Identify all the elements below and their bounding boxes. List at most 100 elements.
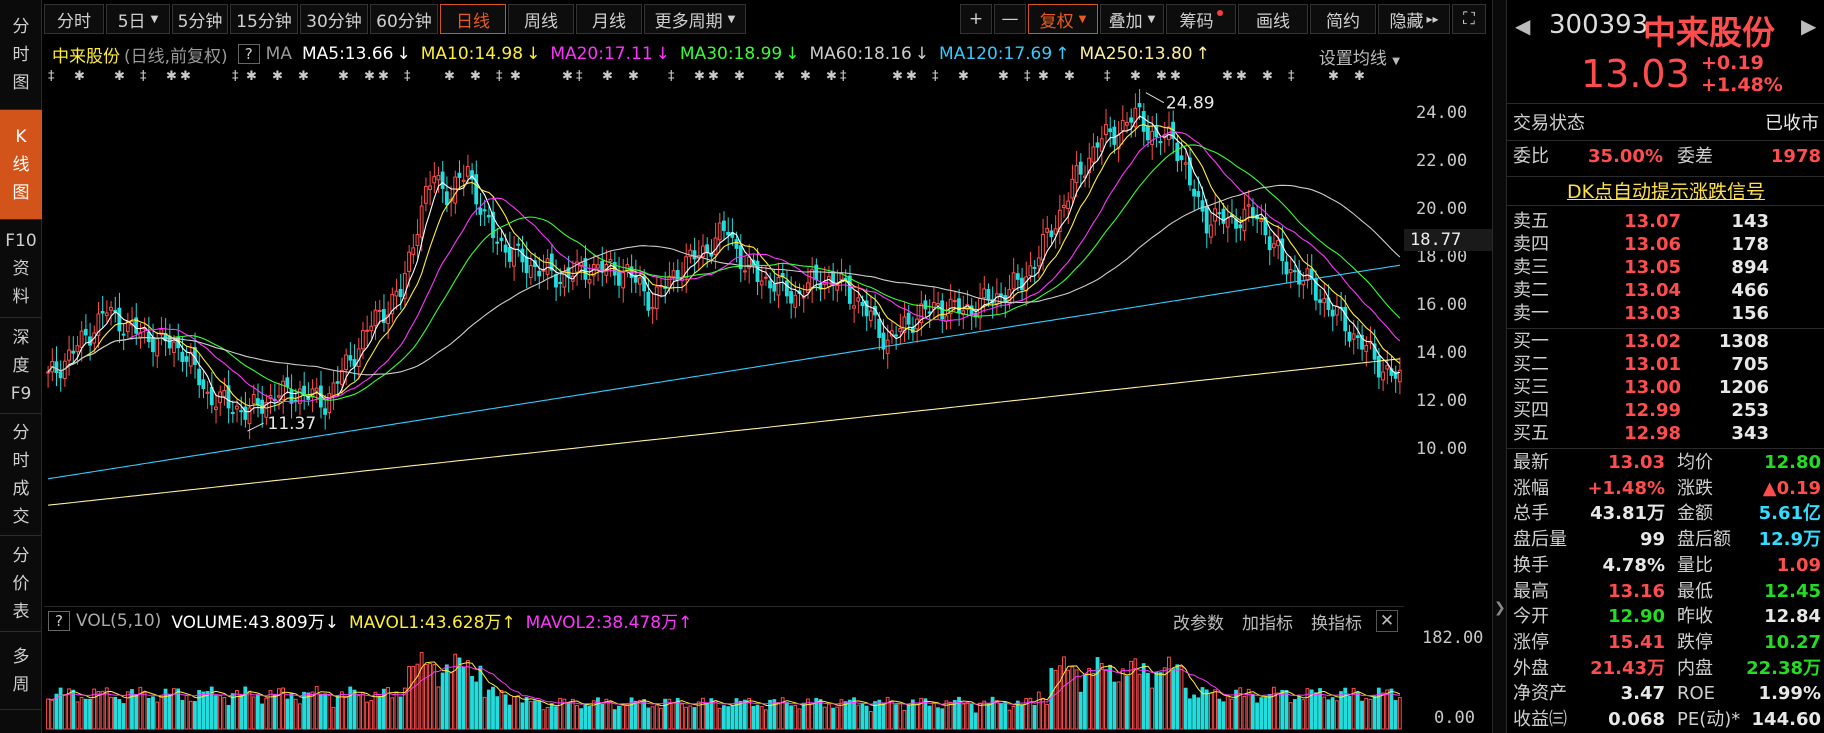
nav-price-table[interactable]: 分价表 bbox=[0, 536, 42, 632]
candle-body bbox=[360, 330, 365, 350]
candle-body bbox=[1284, 261, 1289, 275]
volume-bar bbox=[1108, 664, 1113, 730]
bid-level-row[interactable]: 买二 13.01 705 bbox=[1507, 353, 1824, 376]
add-indicator-button[interactable]: 加指标 bbox=[1242, 609, 1293, 634]
volume-bar bbox=[600, 703, 605, 730]
next-stock-icon[interactable]: ▶ bbox=[1801, 14, 1816, 38]
volume-bar bbox=[398, 696, 403, 730]
signal-marker: ✱ bbox=[998, 69, 1009, 84]
volume-bar bbox=[1095, 657, 1100, 730]
volume-bar bbox=[1129, 660, 1134, 730]
ask-level-row[interactable]: 卖一 13.03 156 bbox=[1507, 302, 1824, 325]
volume-bar bbox=[197, 690, 202, 730]
volume-bar bbox=[868, 711, 873, 730]
nav-kline[interactable]: K线图 bbox=[0, 110, 42, 220]
signal-marker: ‡ bbox=[232, 69, 239, 84]
signal-marker: ‡ bbox=[840, 69, 847, 84]
dk-signal-banner[interactable]: DK点自动提示涨跌信号 bbox=[1507, 176, 1824, 206]
nav-tick-trades[interactable]: 分时成交 bbox=[0, 414, 42, 536]
volume-chart[interactable] bbox=[44, 635, 1404, 731]
volume-bar bbox=[260, 703, 265, 730]
candle-body bbox=[222, 389, 227, 398]
draw-line-button[interactable]: 画线 bbox=[1238, 4, 1308, 34]
candle-body bbox=[1276, 240, 1280, 247]
period-5day[interactable]: 5日 ▼ bbox=[106, 4, 170, 34]
candle-body bbox=[516, 243, 521, 246]
ask-level-row[interactable]: 卖四 13.06 178 bbox=[1507, 233, 1824, 256]
price-cursor-label: 18.77 bbox=[1404, 228, 1492, 251]
volume-help-button[interactable]: ? bbox=[48, 610, 70, 631]
period-60min[interactable]: 60分钟 bbox=[370, 4, 438, 34]
period-fenshi[interactable]: 分时 bbox=[44, 4, 104, 34]
ask-level-row[interactable]: 卖三 13.05 894 bbox=[1507, 256, 1824, 279]
nav-depth-f9[interactable]: 深度 F9 bbox=[0, 318, 42, 414]
volume-bar bbox=[54, 693, 59, 730]
period-15min[interactable]: 15分钟 bbox=[230, 4, 298, 34]
candle-body bbox=[1217, 212, 1222, 215]
close-icon[interactable]: ✕ bbox=[1376, 610, 1398, 632]
period-daily[interactable]: 日线 bbox=[440, 4, 506, 34]
candle-body bbox=[1041, 233, 1045, 261]
bid-level-row[interactable]: 买一 13.02 1308 bbox=[1507, 330, 1824, 353]
hide-button[interactable]: 隐藏 ▸▸ bbox=[1378, 4, 1450, 34]
period-monthly[interactable]: 月线 bbox=[576, 4, 642, 34]
chips-button[interactable]: 筹码 bbox=[1166, 4, 1236, 34]
fuquan-dropdown[interactable]: 复权 ▼ bbox=[1028, 4, 1098, 34]
volume-bar bbox=[184, 694, 189, 730]
volume-bar bbox=[810, 703, 814, 730]
candle-body bbox=[146, 331, 151, 343]
volume-bar bbox=[730, 705, 735, 730]
volume-bar bbox=[226, 704, 231, 730]
bid-level-row[interactable]: 买四 12.99 253 bbox=[1507, 399, 1824, 422]
nav-fenshi[interactable]: 分时图 bbox=[0, 0, 42, 110]
kline-chart-area[interactable]: 中来股份 (日线,前复权)? MA MA5:13.66 ↓ MA10:14.98 ↓ MA20… bbox=[44, 38, 1492, 733]
volume-bar bbox=[327, 694, 332, 730]
volume-bar bbox=[1041, 697, 1045, 730]
candle-body bbox=[650, 306, 655, 310]
ask-level-row[interactable]: 卖二 13.04 466 bbox=[1507, 279, 1824, 302]
ask-level-row[interactable]: 卖五 13.07 143 bbox=[1507, 210, 1824, 233]
volume-bar bbox=[680, 703, 684, 730]
edit-params-button[interactable]: 改参数 bbox=[1173, 609, 1224, 634]
panel-collapse-tab[interactable]: ❯ bbox=[1492, 0, 1506, 733]
volume-bar bbox=[1116, 681, 1121, 730]
stat-row: 最高 13.16 最低 12.45 bbox=[1513, 580, 1821, 602]
switch-indicator-button[interactable]: 换指标 bbox=[1311, 609, 1362, 634]
volume-bar bbox=[1192, 694, 1196, 730]
period-5min[interactable]: 5分钟 bbox=[172, 4, 228, 34]
period-30min[interactable]: 30分钟 bbox=[300, 4, 368, 34]
kline-chart[interactable]: ‡ ✱ ✱ ‡ ✱ ✱ ‡ ✱ ✱ ✱ ✱ ✱ ✱ ‡ ✱ ✱ ‡ ✱ ✱ ‡ ✱ ✱ ‡ ✱ ✱ ✱ ✱ ✱ ✱ ‡ ✱ ✱ ‡ ✱ ✱ ‡ ✱ ✱ ‡ ✱… bbox=[44, 38, 1404, 606]
volume-bar bbox=[121, 703, 126, 730]
zoom-out-button[interactable]: — bbox=[994, 4, 1026, 34]
candle-body bbox=[1204, 206, 1209, 234]
volume-bar bbox=[940, 708, 945, 730]
prev-stock-icon[interactable]: ◀ bbox=[1515, 14, 1530, 38]
candle-body bbox=[230, 411, 235, 414]
period-weekly[interactable]: 周线 bbox=[508, 4, 574, 34]
nav-f10[interactable]: F10 资料 bbox=[0, 220, 42, 318]
overlay-dropdown[interactable]: 叠加 ▼ bbox=[1100, 4, 1164, 34]
candle-body bbox=[1045, 228, 1050, 233]
bid-level-row[interactable]: 买三 13.00 1206 bbox=[1507, 376, 1824, 399]
volume-bar bbox=[167, 694, 172, 730]
nav-multi-period[interactable]: 多周 bbox=[0, 632, 42, 710]
candle-body bbox=[499, 237, 504, 241]
volume-bar bbox=[684, 706, 689, 730]
candle-body bbox=[1074, 165, 1079, 184]
simple-mode-button[interactable]: 简约 bbox=[1310, 4, 1376, 34]
ma5-line bbox=[47, 115, 1401, 413]
volume-bar bbox=[969, 704, 974, 730]
candle-body bbox=[713, 237, 718, 256]
zoom-in-button[interactable]: + bbox=[960, 4, 992, 34]
candle-body bbox=[831, 271, 835, 286]
stat-row: 净资产 3.47 ROE 1.99% bbox=[1513, 683, 1821, 705]
fullscreen-icon[interactable]: ⛶ bbox=[1452, 4, 1486, 34]
stat-row: 最新 13.03 均价 12.80 bbox=[1513, 452, 1821, 473]
volume-bar bbox=[1263, 697, 1268, 730]
period-more[interactable]: 更多周期 ▼ bbox=[644, 4, 746, 34]
volume-bar bbox=[864, 705, 869, 730]
candle-body bbox=[155, 338, 160, 357]
bid-level-row[interactable]: 买五 12.98 343 bbox=[1507, 422, 1824, 445]
volume-bar bbox=[717, 707, 722, 730]
volume-bar bbox=[654, 704, 659, 730]
